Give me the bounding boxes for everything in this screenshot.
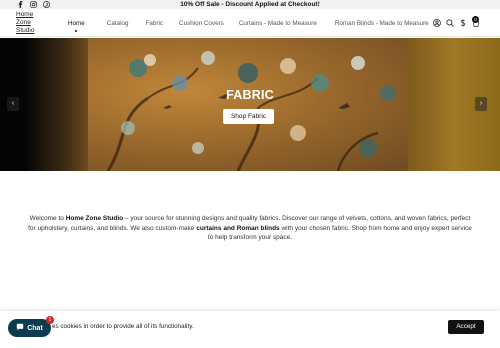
slideshow-next-button[interactable]: › bbox=[475, 97, 487, 111]
hero-shadow-panel bbox=[28, 38, 88, 171]
logo-line: Studio bbox=[16, 27, 35, 34]
chat-bubble-icon bbox=[16, 323, 24, 333]
chat-label: Chat bbox=[27, 324, 43, 332]
slideshow-prev-button[interactable]: ‹ bbox=[7, 97, 19, 111]
nav-label: Roman Blinds - Made to Measure bbox=[334, 19, 429, 27]
accept-cookies-button[interactable]: Accept bbox=[448, 320, 484, 334]
welcome-text: Welcome to Home Zone Studio – your sourc… bbox=[25, 214, 475, 243]
nav-label: Catalog bbox=[106, 19, 129, 27]
logo-line: Home bbox=[16, 11, 34, 18]
promo-text: 10% Off Sale - Discount Applied at Check… bbox=[180, 1, 320, 8]
chat-button[interactable]: Chat bbox=[8, 319, 51, 337]
active-indicator bbox=[75, 29, 78, 32]
chat-notification-badge: 1 bbox=[46, 316, 54, 324]
shop-fabric-button[interactable]: Shop Fabric bbox=[223, 109, 274, 124]
cookie-banner: es cookies in order to provide all of it… bbox=[0, 311, 500, 348]
nav-item-cushion-covers[interactable]: Cushion Covers bbox=[179, 20, 224, 27]
nav-label: Cushion Covers bbox=[179, 19, 224, 27]
nav-item-fabric[interactable]: Fabric bbox=[146, 20, 164, 27]
hero-slideshow: FABRIC ‹ › Shop Fabric bbox=[0, 38, 500, 171]
search-icon[interactable] bbox=[445, 18, 454, 27]
account-icon[interactable] bbox=[432, 18, 441, 27]
welcome-highlight: curtains and Roman blinds bbox=[196, 224, 280, 232]
chevron-left-icon: ‹ bbox=[11, 100, 15, 107]
nav-label: Fabric bbox=[145, 19, 164, 27]
cookie-text: es cookies in order to provide all of it… bbox=[52, 323, 194, 330]
nav-item-curtains[interactable]: Curtains - Made to Measure bbox=[239, 20, 317, 27]
logo-line: Zone bbox=[16, 19, 31, 26]
nav-item-catalog[interactable]: Catalog bbox=[107, 20, 129, 27]
welcome-brand: Home Zone Studio bbox=[65, 215, 124, 222]
nav-label: Home bbox=[68, 19, 85, 27]
site-logo[interactable]: Home Zone Studio bbox=[16, 11, 46, 35]
welcome-prefix: Welcome to bbox=[29, 215, 66, 222]
currency-icon[interactable] bbox=[458, 18, 467, 27]
fabric-pattern-illustration bbox=[106, 51, 396, 171]
nav-item-roman-blinds[interactable]: Roman Blinds - Made to Measure bbox=[335, 20, 429, 27]
chevron-right-icon: › bbox=[479, 100, 483, 107]
site-header: Home Zone Studio Home Catalog Fabric Cus… bbox=[0, 9, 500, 37]
cart-count-badge: 0 bbox=[472, 16, 479, 23]
nav-label: Curtains - Made to Measure bbox=[238, 19, 317, 27]
main-nav: Home Catalog Fabric Cushion Covers Curta… bbox=[68, 18, 429, 32]
hero-title: FABRIC bbox=[226, 88, 274, 102]
nav-item-home[interactable]: Home bbox=[68, 19, 85, 32]
announcement-bar: 10% Off Sale - Discount Applied at Check… bbox=[0, 0, 500, 9]
